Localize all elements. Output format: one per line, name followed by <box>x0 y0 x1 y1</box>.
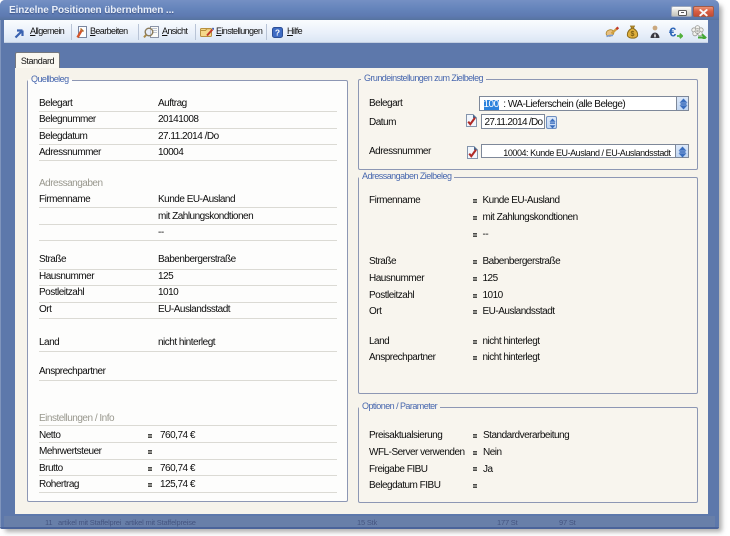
svg-text:$: $ <box>631 31 635 38</box>
svg-text:€: € <box>669 25 676 39</box>
svg-text:?: ? <box>275 28 280 38</box>
